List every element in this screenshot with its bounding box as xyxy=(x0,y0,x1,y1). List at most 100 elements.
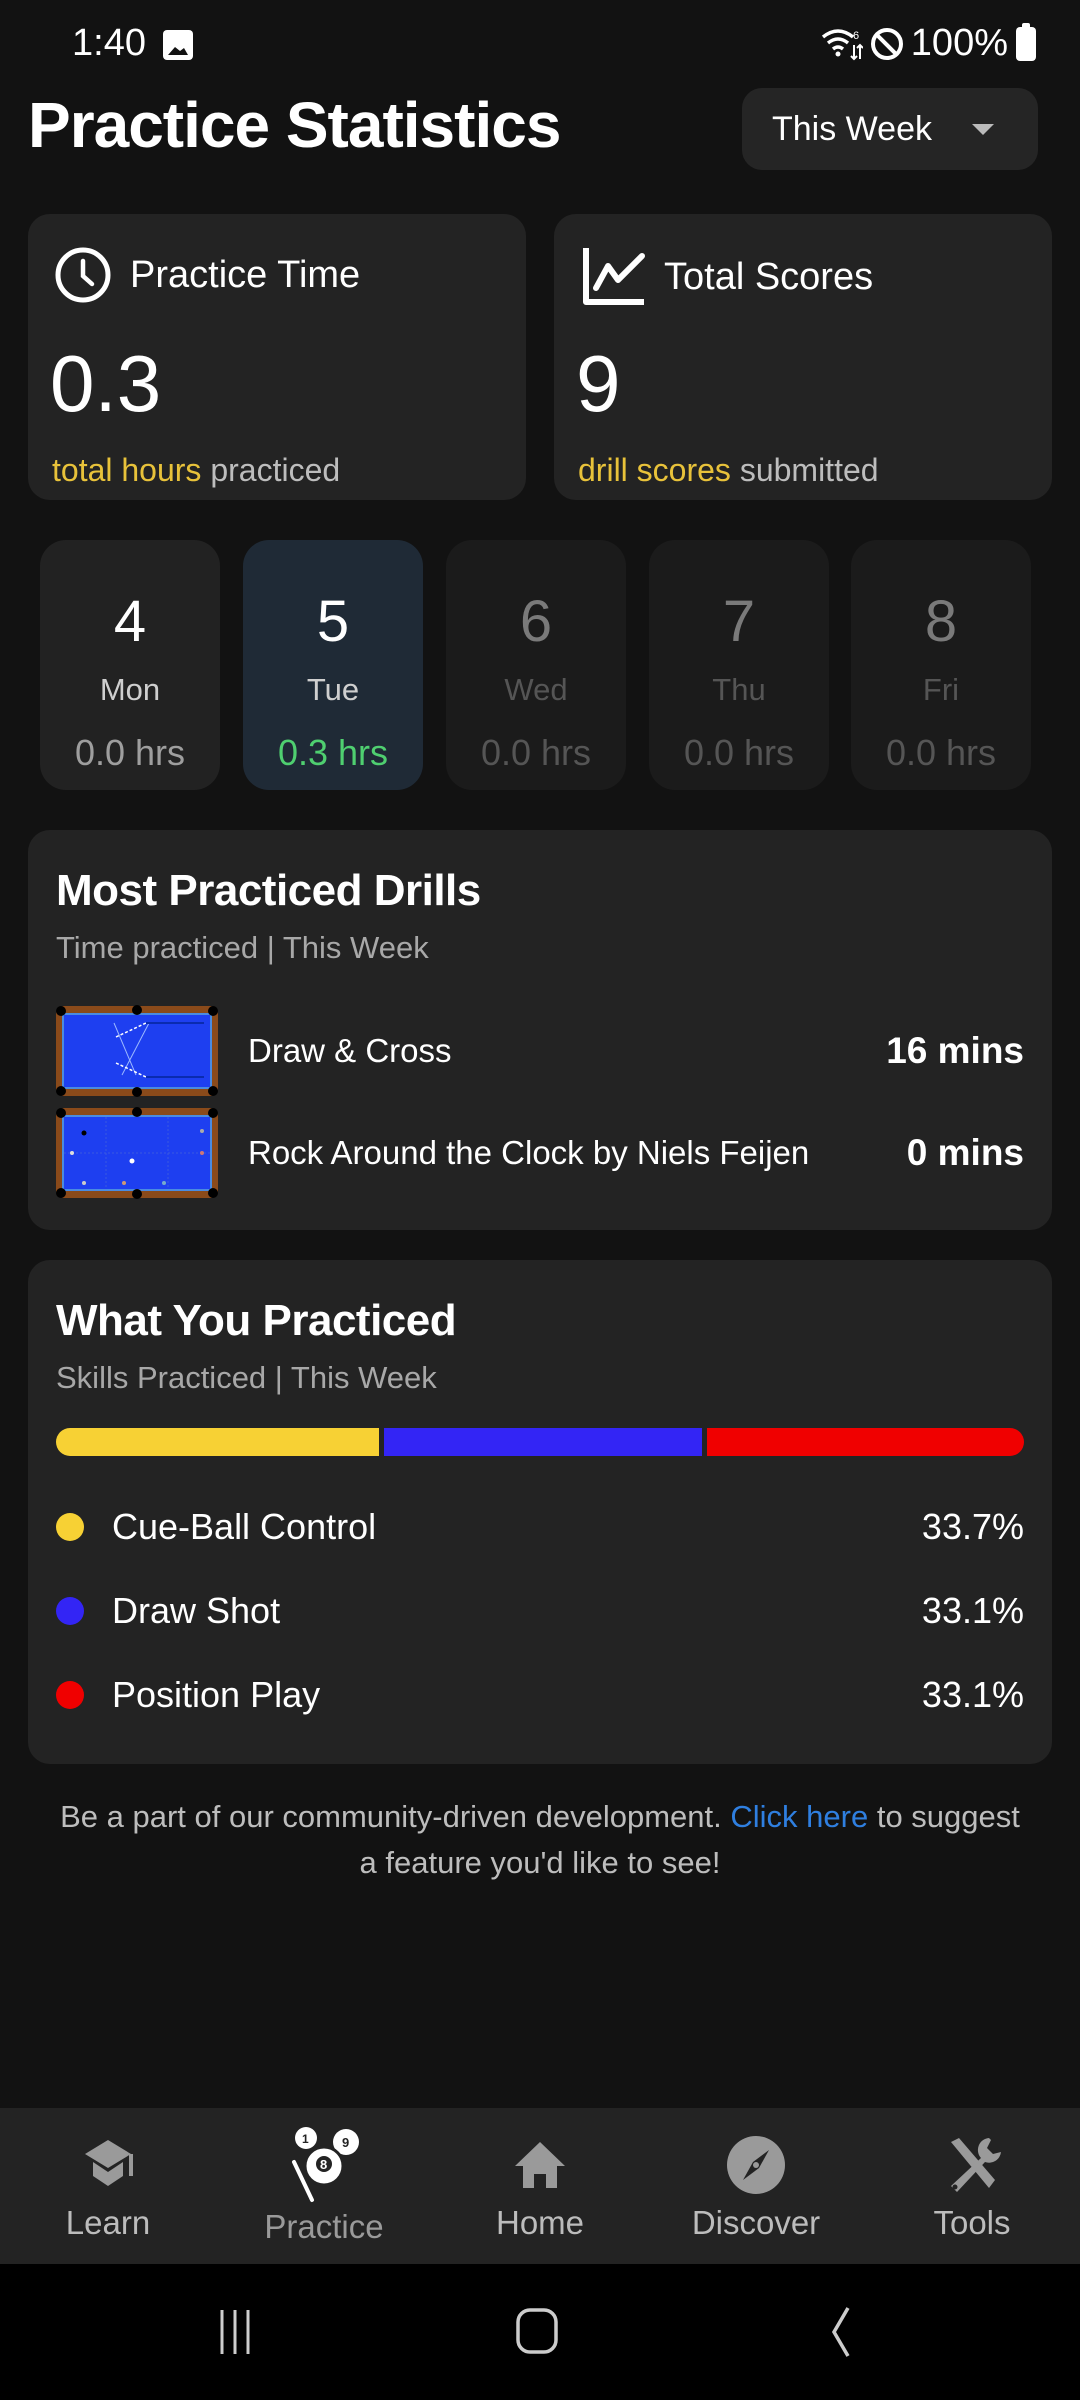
recents-icon[interactable] xyxy=(165,2264,305,2400)
skill-bar-segment xyxy=(706,1428,1024,1456)
drill-diagram xyxy=(113,1022,204,1078)
day-name: Fri xyxy=(922,672,960,707)
day-tile-fri[interactable]: 8 Fri 0.0 hrs xyxy=(851,540,1031,790)
day-tile-thu[interactable]: 7 Thu 0.0 hrs xyxy=(649,540,829,790)
skill-name: Cue-Ball Control xyxy=(112,1506,377,1547)
skill-color-dot xyxy=(56,1513,84,1541)
day-tile-mon[interactable]: 4 Mon 0.0 hrs xyxy=(40,540,220,790)
clock-icon xyxy=(55,247,111,303)
drill-time: 16 mins xyxy=(886,1030,1024,1071)
nav-practice[interactable]: 1 9 8 Practice xyxy=(216,2108,432,2264)
system-nav-bar xyxy=(0,2264,1080,2400)
nav-label: Practice xyxy=(264,2208,384,2245)
billiard-balls-icon: 1 9 8 xyxy=(292,2127,359,2202)
drill-name: Rock Around the Clock by Niels Feijen xyxy=(248,1134,810,1171)
practice-time-caption: total hours practiced xyxy=(52,452,340,489)
day-hours: 0.0 hrs xyxy=(74,732,186,773)
status-right: 6 100% xyxy=(821,22,1036,65)
day-name: Mon xyxy=(99,672,161,707)
period-select-value: This Week xyxy=(772,109,932,148)
total-scores-header: Total Scores xyxy=(580,246,873,308)
feedback-link[interactable]: Click here xyxy=(730,1799,868,1834)
skill-bar-segment xyxy=(384,1428,702,1456)
wifi-icon: 6 xyxy=(821,28,863,60)
battery-percent: 100% xyxy=(910,22,1008,64)
svg-text:6: 6 xyxy=(853,30,859,42)
nav-tools[interactable]: Tools xyxy=(864,2108,1080,2264)
skill-legend-row: Position Play 33.1% xyxy=(56,1670,1024,1720)
do-not-disturb-icon xyxy=(870,27,903,60)
dropdown-caret-icon xyxy=(972,124,994,135)
drill-row[interactable]: Rock Around the Clock by Niels Feijen 0 … xyxy=(56,1107,1024,1199)
skill-percent: 33.1% xyxy=(921,1674,1024,1715)
day-hours: 0.0 hrs xyxy=(683,732,795,773)
day-tile-wed[interactable]: 6 Wed 0.0 hrs xyxy=(446,540,626,790)
day-tile-tue[interactable]: 5 Tue 0.3 hrs xyxy=(243,540,423,790)
back-icon[interactable] xyxy=(770,2264,910,2400)
drill-diagram xyxy=(64,1117,210,1189)
total-scores-caption: drill scores submitted xyxy=(578,452,879,489)
tools-icon xyxy=(951,2138,1001,2192)
status-bar: 1:40 6 100% xyxy=(0,0,1080,90)
status-time: 1:40 xyxy=(72,22,146,64)
day-number: 8 xyxy=(924,589,958,654)
drill-time: 0 mins xyxy=(906,1132,1024,1173)
day-number: 6 xyxy=(519,589,553,654)
day-number: 7 xyxy=(722,589,756,654)
skills-subtitle: Skills Practiced | This Week xyxy=(56,1360,437,1395)
skill-name: Draw Shot xyxy=(112,1590,281,1631)
day-number: 4 xyxy=(113,589,147,654)
skill-legend-row: Cue-Ball Control 33.7% xyxy=(56,1502,1024,1552)
nav-label: Home xyxy=(495,2204,585,2241)
caption-rest: submitted xyxy=(730,452,879,488)
practice-time-header: Practice Time xyxy=(54,246,360,304)
nav-home[interactable]: Home xyxy=(432,2108,648,2264)
skill-percent: 33.1% xyxy=(921,1590,1024,1631)
practice-time-card: Practice Time 0.3 total hours practiced xyxy=(28,214,526,500)
skill-color-dot xyxy=(56,1597,84,1625)
nav-learn[interactable]: Learn xyxy=(0,2108,216,2264)
drill-name: Draw & Cross xyxy=(248,1032,452,1069)
drill-row[interactable]: Draw & Cross 16 mins xyxy=(56,1005,1024,1097)
what-you-practiced-card: What You Practiced Skills Practiced | Th… xyxy=(28,1260,1052,1764)
skills-distribution-bar xyxy=(56,1428,1024,1456)
svg-text:9: 9 xyxy=(342,2135,349,2150)
page-title: Practice Statistics xyxy=(28,89,561,161)
pool-table-thumbnail xyxy=(56,1005,218,1097)
bottom-nav: Learn 1 9 8 Practice Home Discover Tools xyxy=(0,2108,1080,2264)
nav-discover[interactable]: Discover xyxy=(648,2108,864,2264)
caption-highlight: drill scores xyxy=(578,452,731,488)
skills-title: What You Practiced xyxy=(56,1296,457,1345)
practice-time-label: Practice Time xyxy=(130,253,361,296)
gallery-icon xyxy=(163,30,193,60)
practice-time-value: 0.3 xyxy=(50,339,162,428)
graduation-cap-icon xyxy=(85,2140,133,2186)
skill-legend-row: Draw Shot 33.1% xyxy=(56,1586,1024,1636)
day-hours: 0.0 hrs xyxy=(885,732,997,773)
day-name: Tue xyxy=(306,672,360,707)
pool-table-thumbnail xyxy=(56,1107,218,1199)
skill-name: Position Play xyxy=(112,1674,321,1715)
caption-rest: practiced xyxy=(201,452,341,488)
compass-icon xyxy=(727,2136,785,2194)
day-hours: 0.0 hrs xyxy=(480,732,592,773)
nav-label: Learn xyxy=(65,2204,151,2241)
drills-title: Most Practiced Drills xyxy=(56,866,481,915)
period-select[interactable]: This Week xyxy=(742,88,1038,170)
day-name: Wed xyxy=(504,672,568,707)
skill-color-dot xyxy=(56,1681,84,1709)
home-icon xyxy=(515,2142,565,2188)
home-circle-icon[interactable] xyxy=(467,2264,607,2400)
total-scores-label: Total Scores xyxy=(664,255,874,298)
nav-label: Tools xyxy=(933,2204,1011,2241)
line-chart-icon xyxy=(583,248,645,305)
drills-subtitle: Time practiced | This Week xyxy=(56,930,429,965)
most-practiced-drills-card: Most Practiced Drills Time practiced | T… xyxy=(28,830,1052,1230)
skill-percent: 33.7% xyxy=(921,1506,1024,1547)
day-number: 5 xyxy=(316,589,350,654)
caption-highlight: total hours xyxy=(52,452,202,488)
day-hours: 0.3 hrs xyxy=(277,732,389,773)
total-scores-card: Total Scores 9 drill scores submitted xyxy=(554,214,1052,500)
feedback-note: Be a part of our community-driven develo… xyxy=(60,1794,1020,1886)
svg-text:1: 1 xyxy=(302,2132,309,2146)
